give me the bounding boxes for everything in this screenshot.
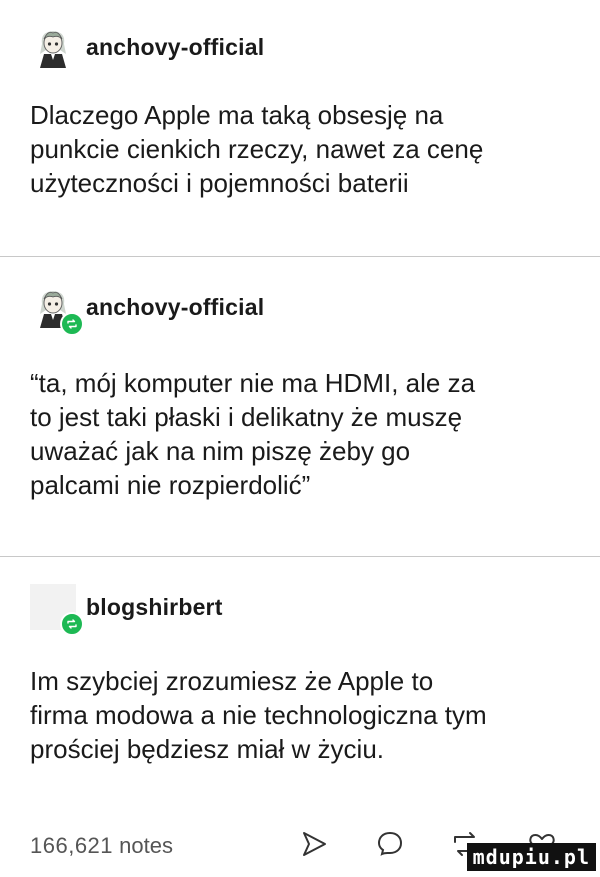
post-text: “ta, mój komputer nie ma HDMI, ale za to… bbox=[30, 368, 476, 500]
post-username[interactable]: blogshirbert bbox=[86, 594, 223, 621]
post-username[interactable]: anchovy-official bbox=[86, 34, 264, 61]
post-divider bbox=[0, 256, 600, 257]
post-username[interactable]: anchovy-official bbox=[86, 294, 264, 321]
post-header: anchovy-official bbox=[30, 24, 264, 70]
anime-girl-avatar-icon[interactable] bbox=[30, 24, 76, 70]
post-header: blogshirbert bbox=[30, 584, 223, 636]
notes-number: 166,621 bbox=[30, 833, 114, 858]
notes-label: notes bbox=[119, 833, 173, 858]
site-watermark: mdupiu.pl bbox=[466, 843, 596, 871]
reblog-icon bbox=[60, 612, 84, 636]
post-text: Dlaczego Apple ma taką obsesję na punkci… bbox=[30, 100, 484, 198]
post-divider bbox=[0, 556, 600, 557]
reply-bubble-icon[interactable] bbox=[372, 826, 408, 862]
share-arrow-icon[interactable] bbox=[296, 826, 332, 862]
notes-count[interactable]: 166,621 notes bbox=[30, 833, 173, 859]
reblog-icon bbox=[60, 312, 84, 336]
blank-avatar-icon[interactable] bbox=[30, 584, 84, 636]
post-header: anchovy-official bbox=[30, 284, 264, 336]
post-text: Im szybciej zrozumiesz że Apple to firma… bbox=[30, 666, 487, 764]
anime-girl-avatar-icon[interactable] bbox=[30, 284, 84, 336]
